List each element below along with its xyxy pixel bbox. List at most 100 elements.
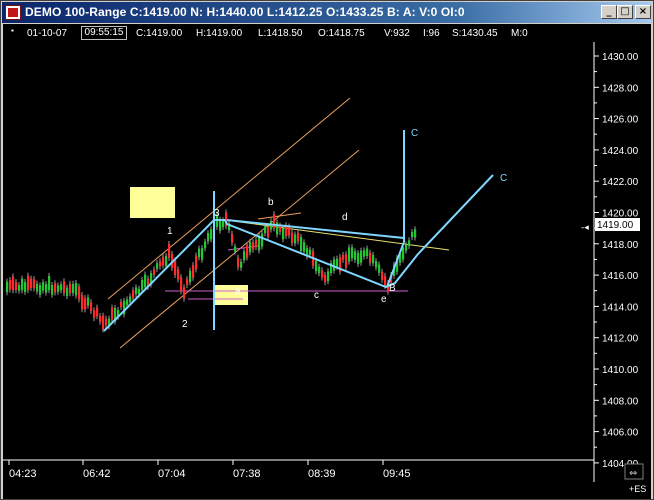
candle-body [159, 261, 162, 267]
maximize-button[interactable]: □ [617, 5, 633, 19]
candle-body [120, 301, 123, 308]
candle-body [321, 270, 324, 278]
candle-body [30, 278, 33, 289]
time-label: 09:45 [383, 468, 411, 480]
candle-body [99, 315, 102, 322]
candle-body [27, 275, 30, 291]
candle-body [93, 310, 96, 319]
chart-window: DEMO 100-Range C:1419.00 N: H:1440.00 L:… [0, 0, 654, 500]
candle-body [231, 233, 234, 243]
app-icon[interactable] [5, 5, 21, 20]
channel-line-lower[interactable] [119, 149, 360, 349]
wave-label: a [235, 286, 241, 297]
candle-body [162, 256, 165, 266]
price-label: 1418.00 [602, 240, 639, 251]
wave-label: e [381, 294, 387, 305]
candle-body [54, 283, 57, 293]
candle-body [303, 242, 306, 252]
candle-body [63, 281, 66, 294]
candle-body [318, 266, 321, 274]
candle-body [15, 282, 18, 290]
symbol-tag: +ES [629, 484, 646, 494]
candle-body [333, 259, 336, 271]
price-label: 1406.00 [602, 428, 639, 439]
candle-body [33, 279, 36, 289]
candle-body [165, 255, 168, 267]
point-label: B [389, 283, 396, 294]
candle-body [375, 260, 378, 268]
candle-body [201, 248, 204, 260]
price-chart[interactable]: ▪ 01-10-07 09:55:15 C:1419.00 H:1419.00 … [3, 24, 651, 499]
last-price-label: 1419.00 [597, 220, 634, 231]
candle-body [210, 229, 213, 240]
candle-body [78, 286, 81, 300]
price-label: 1410.00 [602, 365, 639, 376]
candle-body [198, 248, 201, 258]
candle-body [90, 302, 93, 312]
candle-body [66, 287, 69, 297]
candle-body [366, 248, 369, 257]
candle-body [414, 229, 417, 238]
candle-body [81, 294, 84, 310]
candle-body [57, 285, 60, 292]
candle-body [219, 219, 222, 231]
candle-body [189, 270, 192, 283]
candle-body [411, 232, 414, 238]
candle-body [72, 283, 75, 294]
wave-label: d [342, 212, 348, 223]
candle-body [6, 281, 9, 293]
candle-body [255, 239, 258, 248]
note-box[interactable] [214, 285, 248, 305]
close-button[interactable]: × [635, 5, 651, 19]
candle-body [309, 249, 312, 256]
price-label: 1422.00 [602, 177, 639, 188]
candle-body [135, 287, 138, 295]
price-label: 1424.00 [602, 146, 639, 157]
candle-body [129, 296, 132, 303]
candle-body [348, 247, 351, 262]
price-label: 1428.00 [602, 83, 639, 94]
candle-body [174, 260, 177, 276]
candle-body [351, 247, 354, 259]
candle-body [69, 283, 72, 294]
candle-body [183, 287, 186, 299]
candle-body [408, 240, 411, 246]
wave-label: 1 [167, 226, 173, 237]
candle-body [222, 220, 225, 228]
price-label: 1420.00 [602, 209, 639, 220]
candle-body [402, 247, 405, 260]
candle-body [60, 284, 63, 291]
candle-body [180, 277, 183, 292]
candle-body [36, 283, 39, 292]
note-box[interactable] [130, 187, 175, 218]
trend-line-orange[interactable] [257, 212, 302, 220]
price-label: 1430.00 [602, 52, 639, 63]
candle-body [84, 298, 87, 310]
window-title: DEMO 100-Range C:1419.00 N: H:1440.00 L:… [25, 5, 465, 19]
zoom-glyph: ⇔ [629, 468, 637, 479]
candle-body [249, 241, 252, 253]
price-label: 1412.00 [602, 334, 639, 345]
candle-body [291, 232, 294, 244]
candle-body [42, 282, 45, 291]
candle-body [360, 250, 363, 263]
candle-body [87, 297, 90, 306]
minimize-button[interactable]: _ [601, 5, 617, 19]
candle-body [384, 275, 387, 287]
candle-body [273, 214, 276, 229]
chart-canvas: 1430.00 1428.00 1426.00 1424.00 1422.00 1420.… [3, 42, 646, 494]
price-pointer-icon: -◂ [581, 223, 589, 233]
candle-body [204, 241, 207, 249]
wave-label: 2 [182, 319, 188, 330]
wave-line[interactable] [386, 241, 405, 288]
candle-body [363, 250, 366, 257]
candle-body [267, 226, 270, 238]
candle-body [354, 251, 357, 260]
title-bar[interactable]: DEMO 100-Range C:1419.00 N: H:1440.00 L:… [2, 2, 652, 23]
candle-body [372, 254, 375, 264]
time-label: 08:39 [308, 468, 336, 480]
candle-body [105, 318, 108, 325]
time-label: 06:42 [83, 468, 111, 480]
candle-body [51, 285, 54, 295]
candle-body [315, 260, 318, 272]
